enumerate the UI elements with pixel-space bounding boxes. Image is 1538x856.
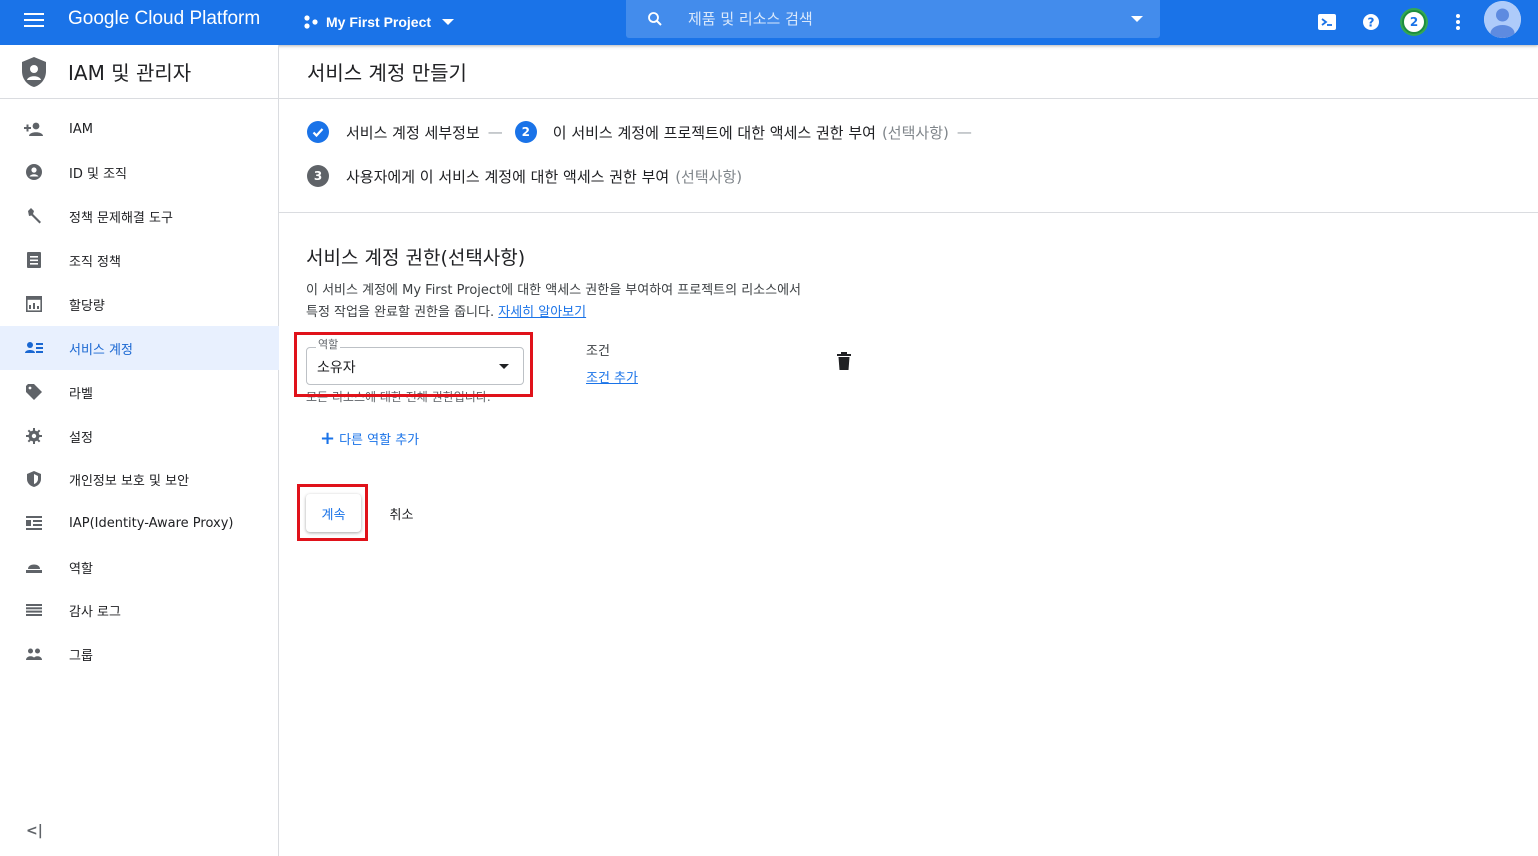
sidebar-item-label: IAM: [69, 121, 93, 137]
sidebar-item-groups[interactable]: 그룹: [0, 632, 279, 676]
page-title: 서비스 계정 만들기: [307, 61, 467, 85]
sidebar-item-label: 조직 정책: [69, 254, 121, 270]
section-description: 이 서비스 계정에 My First Project에 대한 액세스 권한을 부…: [306, 280, 906, 324]
sidebar-item-audit-logs[interactable]: 감사 로그: [0, 588, 279, 632]
add-another-role-button[interactable]: + 다른 역할 추가: [320, 429, 419, 448]
description-line-1: 이 서비스 계정에 My First Project에 대한 액세스 권한을 부…: [306, 283, 802, 298]
hamburger-menu-icon[interactable]: [22, 9, 48, 35]
cancel-button[interactable]: 취소: [379, 494, 424, 532]
project-name: My First Project: [326, 14, 432, 30]
sidebar-item-org-policy[interactable]: 조직 정책: [0, 238, 279, 282]
add-condition-link[interactable]: 조건 추가: [586, 367, 638, 386]
project-selector[interactable]: My First Project: [303, 10, 455, 34]
notification-badge: 2: [1402, 10, 1426, 34]
add-role-label: 다른 역할 추가: [339, 433, 420, 448]
condition-label: 조건: [586, 344, 610, 359]
sidebar-item-label: 라벨: [69, 386, 93, 402]
sidebar-item-privacy-security[interactable]: 개인정보 보호 및 보안: [0, 457, 279, 501]
collapse-sidebar-icon[interactable]: <|: [26, 823, 43, 839]
svg-text:?: ?: [1368, 16, 1375, 30]
help-icon[interactable]: ?: [1357, 8, 1385, 36]
sidebar-item-label: ID 및 조직: [69, 166, 127, 182]
search-dropdown-icon[interactable]: [1131, 16, 1143, 22]
step-separator: —: [956, 123, 972, 141]
description-line-2: 특정 작업을 완료할 권한을 줍니다. 자세히 알아보기: [306, 302, 906, 324]
list-document-icon: [24, 250, 44, 270]
role-select[interactable]: 소유자: [306, 347, 524, 385]
check-circle-icon: [307, 121, 329, 143]
sidebar-item-label: 할당량: [69, 298, 105, 314]
divider: [279, 212, 1538, 213]
sidebar-item-policy-troubleshooter[interactable]: 정책 문제해결 도구: [0, 194, 279, 238]
wrench-icon: [24, 206, 44, 226]
gear-icon: [24, 426, 44, 446]
search-input[interactable]: 제품 및 리소스 검색: [626, 0, 1160, 38]
plus-icon: +: [320, 427, 336, 449]
avatar[interactable]: [1484, 1, 1521, 38]
more-vert-icon[interactable]: [1444, 8, 1472, 36]
person-add-icon: [24, 119, 44, 139]
top-app-bar: Google Cloud Platform My First Project 제…: [0, 0, 1538, 45]
sidebar-item-label: 역할: [69, 561, 93, 577]
roles-icon: [24, 557, 44, 577]
section-title: 서비스 계정 권한(선택사항): [306, 247, 526, 269]
stepper-row-1: 서비스 계정 세부정보 — 2 이 서비스 계정에 프로젝트에 대한 액세스 권…: [307, 121, 980, 143]
sidebar-item-label: IAP(Identity-Aware Proxy): [69, 515, 234, 531]
sidebar-item-label: 그룹: [69, 648, 93, 664]
sidebar-item-iam[interactable]: IAM: [0, 107, 279, 151]
sidebar-item-roles[interactable]: 역할: [0, 545, 279, 589]
sidebar-item-labels[interactable]: 라벨: [0, 370, 279, 414]
role-value: 소유자: [317, 360, 356, 376]
sidebar: IAM 및 관리자 IAM ID 및 조직 정책 문제해결 도구 조직 정책 할…: [0, 45, 279, 856]
sidebar-item-label: 개인정보 보호 및 보안: [69, 473, 190, 489]
sidebar-item-id-org[interactable]: ID 및 조직: [0, 150, 279, 194]
role-hint: 모든 리소스에 대한 전체 권한입니다.: [306, 390, 491, 404]
sidebar-item-settings[interactable]: 설정: [0, 414, 279, 458]
sidebar-item-label: 정책 문제해결 도구: [69, 210, 173, 226]
group-icon: [24, 644, 44, 664]
step-3-optional: (선택사항): [675, 167, 743, 186]
role-label: 역할: [316, 336, 341, 352]
step-2-label: 이 서비스 계정에 프로젝트에 대한 액세스 권한 부여: [552, 123, 876, 142]
step-2-number: 2: [514, 121, 537, 143]
delete-trash-icon[interactable]: [836, 352, 852, 370]
sidebar-item-quota[interactable]: 할당량: [0, 282, 279, 326]
quota-icon: [24, 294, 44, 314]
stepper-row-2: 3 사용자에게 이 서비스 계정에 대한 액세스 권한 부여 (선택사항): [307, 165, 742, 187]
notifications-icon[interactable]: 2: [1400, 8, 1428, 36]
iam-shield-icon: [22, 56, 46, 87]
step-1-label[interactable]: 서비스 계정 세부정보: [346, 122, 480, 143]
chevron-down-icon: [442, 19, 455, 25]
step-3-number: 3: [307, 165, 329, 187]
dropdown-arrow-icon: [499, 364, 509, 369]
cloud-shell-icon[interactable]: [1313, 8, 1341, 36]
step-separator: —: [487, 123, 503, 141]
sidebar-item-service-accounts[interactable]: 서비스 계정: [0, 326, 279, 370]
learn-more-link[interactable]: 자세히 알아보기: [498, 305, 586, 320]
step-2-optional: (선택사항): [881, 123, 949, 142]
divider: [279, 98, 1538, 99]
step-3-label: 사용자에게 이 서비스 계정에 대한 액세스 권한 부여: [346, 167, 670, 186]
sidebar-item-label: 감사 로그: [69, 604, 121, 620]
sidebar-item-label: 서비스 계정: [69, 342, 133, 358]
sidebar-title: IAM 및 관리자: [68, 61, 192, 85]
continue-button[interactable]: 계속: [306, 494, 361, 532]
privacy-shield-icon: [24, 469, 44, 489]
label-icon: [24, 382, 44, 402]
sidebar-item-iap[interactable]: IAP(Identity-Aware Proxy): [0, 501, 279, 545]
brand-title[interactable]: Google Cloud Platform: [68, 8, 260, 30]
search-icon: [648, 12, 662, 26]
project-dots-icon: [304, 15, 318, 29]
search-placeholder: 제품 및 리소스 검색: [688, 10, 813, 28]
sidebar-header: IAM 및 관리자: [0, 45, 278, 99]
description-text: 특정 작업을 완료할 권한을 줍니다.: [306, 305, 495, 320]
audit-log-icon: [24, 600, 44, 620]
service-account-icon: [24, 338, 44, 358]
sidebar-item-label: 설정: [69, 430, 93, 446]
account-circle-icon: [24, 162, 44, 182]
iap-icon: [24, 513, 44, 533]
